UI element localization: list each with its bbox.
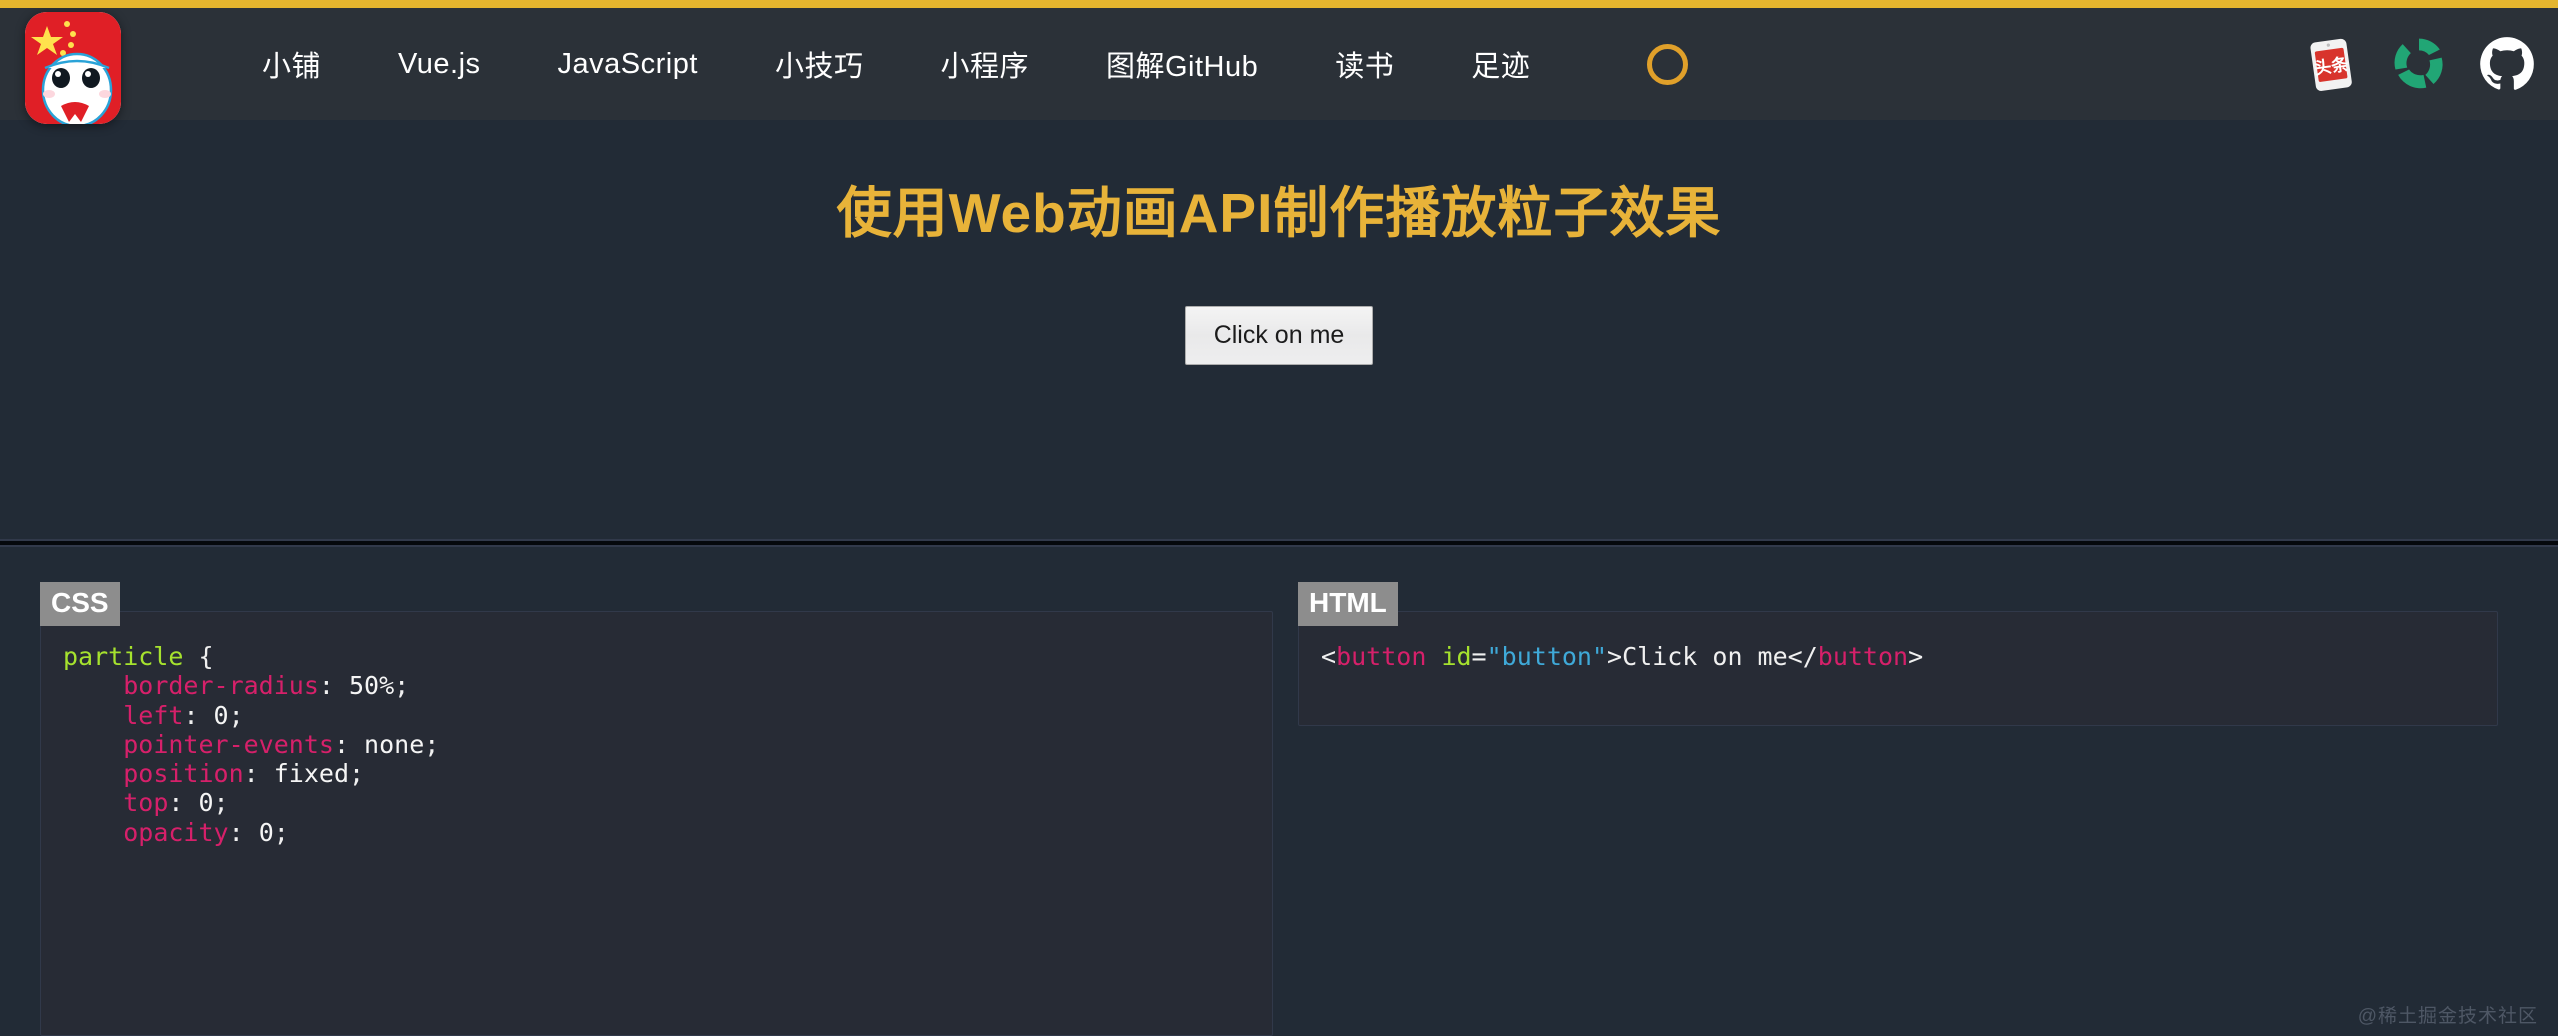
code-token: { bbox=[183, 642, 214, 671]
page-load-progress-bar bbox=[0, 0, 2558, 8]
nav-link-4[interactable]: 小程序 bbox=[940, 43, 1029, 85]
nav-links-group: 小铺 Vue.js JavaScript 小技巧 小程序 图解GitHub 读书 足迹 bbox=[262, 43, 1689, 85]
code-token: 0 bbox=[258, 817, 274, 847]
code-token: opacity bbox=[123, 817, 229, 847]
site-logo[interactable] bbox=[25, 12, 121, 124]
code-token: ; bbox=[228, 700, 244, 730]
code-section: CSS particle { border-radius: 50%; left:… bbox=[0, 549, 2558, 1036]
site-navbar: 小铺 Vue.js JavaScript 小技巧 小程序 图解GitHub 读书 足迹 头条 bbox=[0, 8, 2558, 120]
code-token: ; bbox=[424, 729, 440, 759]
code-line: <button id="button">Click on me</button> bbox=[1321, 642, 2475, 671]
code-token: 0 bbox=[198, 788, 214, 818]
code-line: opacity: 0; bbox=[63, 818, 1250, 847]
code-token: ; bbox=[349, 759, 365, 788]
demo-area: Click on me bbox=[0, 306, 2558, 365]
css-language-badge: CSS bbox=[40, 582, 120, 626]
code-token: 50% bbox=[349, 671, 395, 701]
code-token: left bbox=[123, 700, 184, 730]
toutiao-icon[interactable]: 头条 bbox=[2300, 33, 2362, 95]
github-icon[interactable] bbox=[2476, 33, 2538, 95]
nav-social-group: 头条 bbox=[2300, 33, 2538, 95]
code-line: pointer-events: none; bbox=[63, 730, 1250, 759]
code-token: : bbox=[243, 759, 274, 788]
hero-section: 使用Web动画API制作播放粒子效果 Click on me bbox=[0, 120, 2558, 545]
code-token: : bbox=[318, 671, 349, 701]
code-token: < bbox=[1321, 642, 1337, 671]
code-line: border-radius: 50%; bbox=[63, 671, 1250, 700]
nav-link-5[interactable]: 图解GitHub bbox=[1106, 43, 1258, 85]
nav-link-0[interactable]: 小铺 bbox=[262, 43, 321, 85]
code-token: 0 bbox=[213, 700, 229, 730]
nav-link-2[interactable]: JavaScript bbox=[558, 48, 698, 81]
html-code-block[interactable]: <button id="button">Click on me</button> bbox=[1298, 611, 2498, 726]
code-token: pointer-events bbox=[123, 729, 334, 759]
code-token: button bbox=[1817, 642, 1909, 671]
code-token: ; bbox=[273, 817, 289, 847]
code-token: : bbox=[228, 817, 259, 847]
css-code-block[interactable]: particle { border-radius: 50%; left: 0; … bbox=[40, 611, 1273, 1036]
nav-link-3[interactable]: 小技巧 bbox=[775, 43, 864, 85]
code-token: particle bbox=[63, 642, 184, 671]
loading-spinner[interactable] bbox=[1647, 43, 1689, 85]
code-token: button bbox=[1336, 642, 1427, 671]
nav-link-1[interactable]: Vue.js bbox=[398, 48, 481, 81]
code-line: left: 0; bbox=[63, 701, 1250, 730]
code-token: id bbox=[1441, 642, 1472, 671]
code-token: > bbox=[1908, 642, 1924, 671]
code-token: > bbox=[1607, 642, 1623, 671]
click-on-me-button[interactable]: Click on me bbox=[1184, 306, 1374, 365]
code-token: : bbox=[333, 729, 365, 759]
code-token: "button" bbox=[1486, 642, 1608, 671]
code-token: : bbox=[168, 788, 199, 818]
code-token: : bbox=[183, 700, 214, 730]
code-columns: CSS particle { border-radius: 50%; left:… bbox=[0, 549, 2558, 1036]
css-code-panel: CSS particle { border-radius: 50%; left:… bbox=[40, 582, 1273, 1036]
code-token: position bbox=[123, 759, 244, 788]
html-code-panel: HTML <button id="button">Click on me</bu… bbox=[1298, 582, 2498, 726]
section-divider bbox=[0, 541, 2558, 545]
nav-link-7[interactable]: 足迹 bbox=[1471, 43, 1530, 85]
watermark: @稀土掘金技术社区 bbox=[2357, 1006, 2538, 1027]
code-line: particle { bbox=[63, 642, 1250, 671]
code-token: ; bbox=[213, 788, 229, 818]
code-token: Click on me bbox=[1622, 642, 1788, 671]
nav-link-6[interactable]: 读书 bbox=[1335, 43, 1394, 85]
code-token: fixed bbox=[273, 759, 350, 788]
code-token: ; bbox=[394, 671, 410, 701]
code-token: </ bbox=[1787, 642, 1818, 671]
code-token: = bbox=[1471, 642, 1487, 671]
html-language-badge: HTML bbox=[1298, 582, 1398, 626]
code-token: border-radius bbox=[123, 671, 319, 701]
page-title: 使用Web动画API制作播放粒子效果 bbox=[836, 182, 1722, 244]
code-line: top: 0; bbox=[63, 788, 1250, 817]
code-token: none bbox=[364, 729, 425, 759]
code-line: position: fixed; bbox=[63, 759, 1250, 788]
segmentfault-icon[interactable] bbox=[2388, 33, 2450, 95]
code-token: top bbox=[123, 788, 169, 818]
